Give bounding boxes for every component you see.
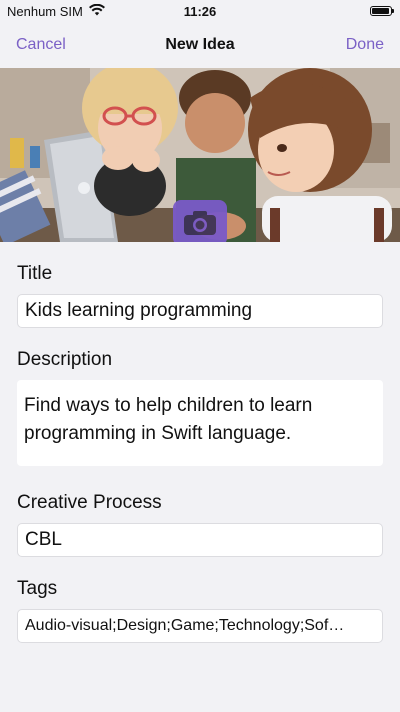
carrier-label: Nenhum SIM — [7, 3, 83, 19]
status-left: Nenhum SIM — [0, 3, 105, 19]
change-photo-button[interactable] — [173, 200, 227, 242]
done-button[interactable]: Done — [330, 22, 400, 68]
description-textarea[interactable]: Find ways to help children to learn prog… — [17, 380, 383, 466]
navigation-bar: Cancel New Idea Done — [0, 22, 400, 68]
creative-process-label: Creative Process — [17, 492, 162, 513]
status-right — [370, 6, 400, 16]
title-label: Title — [17, 263, 53, 284]
tags-label: Tags — [17, 578, 58, 599]
battery-level — [372, 8, 390, 14]
battery-icon — [370, 6, 394, 16]
new-idea-screen: Nenhum SIM 11:26 Cancel New Idea Done Ti… — [0, 0, 400, 712]
cancel-button[interactable]: Cancel — [0, 22, 82, 68]
camera-icon — [184, 211, 216, 235]
idea-cover-image[interactable] — [0, 68, 400, 242]
description-label: Description — [17, 349, 113, 370]
wifi-icon — [88, 3, 105, 19]
status-bar: Nenhum SIM 11:26 — [0, 0, 400, 22]
idea-form: Title Description Find ways to help chil… — [0, 242, 400, 643]
title-input[interactable] — [17, 294, 383, 328]
tags-input[interactable] — [17, 609, 383, 643]
creative-process-input[interactable] — [17, 523, 383, 557]
